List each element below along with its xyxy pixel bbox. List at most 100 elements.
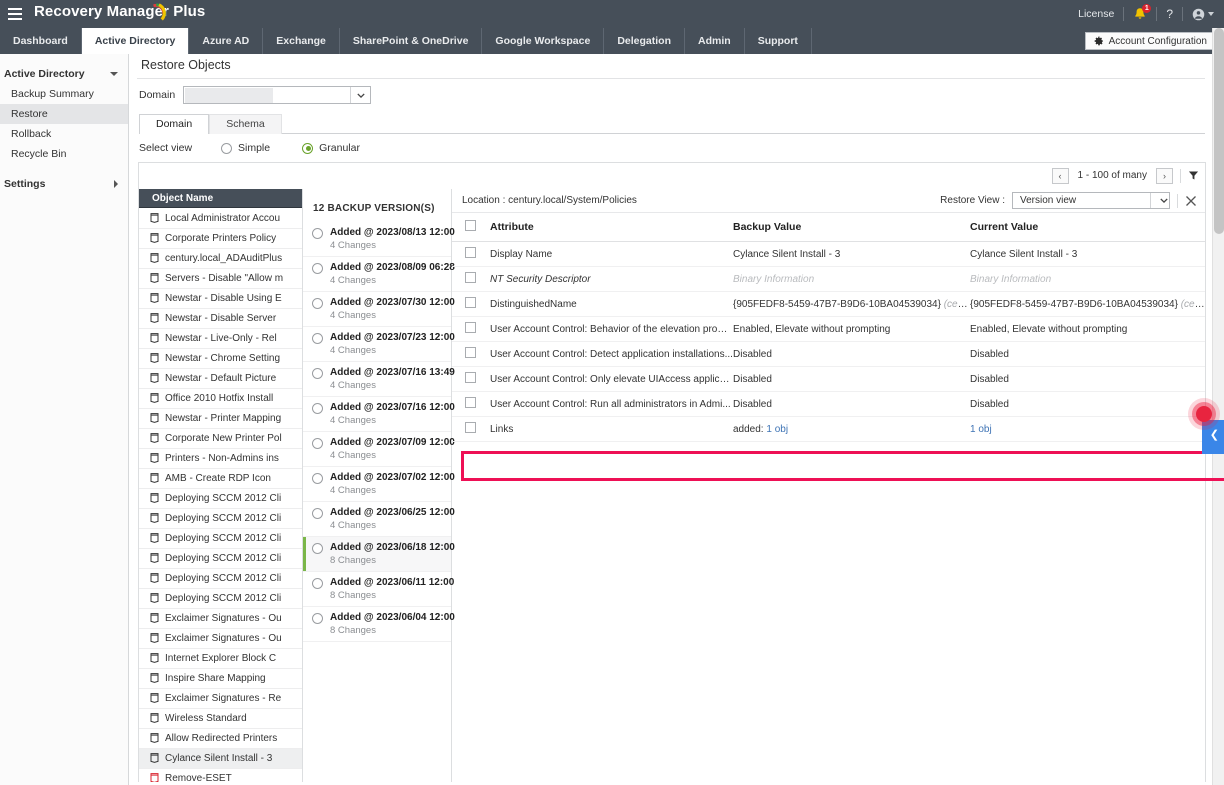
object-list-item[interactable]: Corporate Printers Policy: [139, 229, 302, 249]
hamburger-menu-icon[interactable]: [8, 6, 24, 22]
select-all-checkbox[interactable]: [465, 220, 476, 231]
backup-version-radio[interactable]: [312, 298, 323, 309]
backup-version-item[interactable]: Added @ 2023/07/30 12:004 Changes: [303, 292, 451, 327]
sidebar-group-active-directory[interactable]: Active Directory: [0, 64, 128, 84]
radio-granular[interactable]: Granular: [302, 142, 360, 154]
backup-version-item[interactable]: Added @ 2023/08/13 12:004 Changes: [303, 222, 451, 257]
module-tab-dashboard[interactable]: Dashboard: [0, 28, 82, 54]
user-account-icon[interactable]: [1192, 8, 1214, 21]
cell-link[interactable]: 1 obj: [766, 424, 788, 435]
module-tab-google-workspace[interactable]: Google Workspace: [482, 28, 604, 54]
object-list-item[interactable]: Exclaimer Signatures - Ou: [139, 609, 302, 629]
backup-version-item[interactable]: Added @ 2023/08/09 06:284 Changes: [303, 257, 451, 292]
backup-version-radio[interactable]: [312, 438, 323, 449]
table-row[interactable]: User Account Control: Only elevate UIAcc…: [452, 367, 1205, 392]
row-checkbox[interactable]: [465, 322, 476, 333]
backup-version-radio[interactable]: [312, 473, 323, 484]
object-list-item[interactable]: Deploying SCCM 2012 Cli: [139, 589, 302, 609]
sidebar-item-rollback[interactable]: Rollback: [0, 124, 128, 144]
close-x-icon[interactable]: [1185, 195, 1197, 207]
backup-version-radio[interactable]: [312, 333, 323, 344]
row-checkbox[interactable]: [465, 297, 476, 308]
row-checkbox[interactable]: [465, 397, 476, 408]
backup-version-item[interactable]: Added @ 2023/06/18 12:008 Changes: [303, 537, 451, 572]
sidebar-group-settings[interactable]: Settings: [0, 174, 128, 194]
object-list-item[interactable]: Newstar - Disable Using E: [139, 289, 302, 309]
object-list-item[interactable]: Wireless Standard: [139, 709, 302, 729]
row-checkbox[interactable]: [465, 347, 476, 358]
object-list-item[interactable]: Newstar - Default Picture: [139, 369, 302, 389]
backup-version-item[interactable]: Added @ 2023/07/02 12:004 Changes: [303, 467, 451, 502]
module-tab-admin[interactable]: Admin: [685, 28, 745, 54]
help-icon[interactable]: ?: [1166, 7, 1173, 21]
object-list-item[interactable]: Printers - Non-Admins ins: [139, 449, 302, 469]
object-list-item[interactable]: AMB - Create RDP Icon: [139, 469, 302, 489]
object-list-item[interactable]: Exclaimer Signatures - Ou: [139, 629, 302, 649]
filter-funnel-icon[interactable]: [1188, 170, 1199, 181]
page-scrollbar-thumb[interactable]: [1214, 28, 1224, 234]
table-row[interactable]: Display NameCylance Silent Install - 3Cy…: [452, 242, 1205, 267]
object-list-item[interactable]: Office 2010 Hotfix Install: [139, 389, 302, 409]
notification-bell-icon[interactable]: 1: [1133, 7, 1147, 22]
pagination-prev-button[interactable]: ‹: [1052, 168, 1069, 184]
tab-domain[interactable]: Domain: [139, 114, 209, 134]
backup-version-radio[interactable]: [312, 368, 323, 379]
backup-version-radio[interactable]: [312, 228, 323, 239]
row-checkbox[interactable]: [465, 247, 476, 258]
cell-link[interactable]: 1 obj: [970, 424, 992, 435]
domain-select[interactable]: [183, 86, 371, 104]
backup-version-item[interactable]: Added @ 2023/07/16 13:494 Changes: [303, 362, 451, 397]
backup-version-item[interactable]: Added @ 2023/06/11 12:008 Changes: [303, 572, 451, 607]
table-row[interactable]: User Account Control: Behavior of the el…: [452, 317, 1205, 342]
row-checkbox[interactable]: [465, 422, 476, 433]
module-tab-exchange[interactable]: Exchange: [263, 28, 340, 54]
chat-widget[interactable]: ❮: [1185, 398, 1224, 462]
backup-version-item[interactable]: Added @ 2023/07/09 12:004 Changes: [303, 432, 451, 467]
backup-version-radio[interactable]: [312, 613, 323, 624]
object-list-item[interactable]: Newstar - Disable Server: [139, 309, 302, 329]
table-row[interactable]: User Account Control: Run all administra…: [452, 392, 1205, 417]
radio-simple[interactable]: Simple: [221, 142, 270, 154]
object-list-item[interactable]: Local Administrator Accou: [139, 209, 302, 229]
object-list-item[interactable]: Deploying SCCM 2012 Cli: [139, 489, 302, 509]
module-tab-sharepoint-onedrive[interactable]: SharePoint & OneDrive: [340, 28, 483, 54]
sidebar-item-backup-summary[interactable]: Backup Summary: [0, 84, 128, 104]
object-list-item[interactable]: Newstar - Chrome Setting: [139, 349, 302, 369]
object-list-item[interactable]: Exclaimer Signatures - Re: [139, 689, 302, 709]
object-list-item[interactable]: Deploying SCCM 2012 Cli: [139, 569, 302, 589]
row-checkbox[interactable]: [465, 272, 476, 283]
backup-version-item[interactable]: Added @ 2023/07/16 12:004 Changes: [303, 397, 451, 432]
module-tab-support[interactable]: Support: [745, 28, 812, 54]
backup-version-radio[interactable]: [312, 263, 323, 274]
object-list-item[interactable]: Deploying SCCM 2012 Cli: [139, 549, 302, 569]
table-row[interactable]: Linksadded: 1 obj1 obj: [452, 417, 1205, 442]
object-list-item[interactable]: Corporate New Printer Pol: [139, 429, 302, 449]
backup-version-radio[interactable]: [312, 403, 323, 414]
backup-version-radio[interactable]: [312, 543, 323, 554]
backup-version-item[interactable]: Added @ 2023/06/25 12:004 Changes: [303, 502, 451, 537]
object-list-item[interactable]: century.local_ADAuditPlus: [139, 249, 302, 269]
module-tab-delegation[interactable]: Delegation: [604, 28, 685, 54]
object-list-item[interactable]: Remove-ESET: [139, 769, 302, 782]
radio-button[interactable]: [221, 143, 232, 154]
tab-schema[interactable]: Schema: [209, 114, 282, 134]
pagination-next-button[interactable]: ›: [1156, 168, 1173, 184]
license-link[interactable]: License: [1078, 8, 1114, 20]
module-tab-azure-ad[interactable]: Azure AD: [189, 28, 263, 54]
backup-version-item[interactable]: Added @ 2023/06/04 12:008 Changes: [303, 607, 451, 642]
table-row[interactable]: DistinguishedName{905FEDF8-5459-47B7-B9D…: [452, 292, 1205, 317]
radio-button[interactable]: [302, 143, 313, 154]
table-row[interactable]: User Account Control: Detect application…: [452, 342, 1205, 367]
sidebar-item-restore[interactable]: Restore: [0, 104, 128, 124]
restore-view-select[interactable]: Version view: [1012, 192, 1170, 209]
object-list-item[interactable]: Internet Explorer Block C: [139, 649, 302, 669]
backup-version-radio[interactable]: [312, 578, 323, 589]
object-list-item[interactable]: Deploying SCCM 2012 Cli: [139, 509, 302, 529]
object-list-item[interactable]: Cylance Silent Install - 3: [139, 749, 302, 769]
table-row[interactable]: NT Security DescriptorBinary Information…: [452, 267, 1205, 292]
sidebar-item-recycle-bin[interactable]: Recycle Bin: [0, 144, 128, 164]
object-list-item[interactable]: Deploying SCCM 2012 Cli: [139, 529, 302, 549]
object-list-item[interactable]: Allow Redirected Printers: [139, 729, 302, 749]
module-tab-active-directory[interactable]: Active Directory: [82, 28, 190, 54]
object-list-item[interactable]: Inspire Share Mapping: [139, 669, 302, 689]
